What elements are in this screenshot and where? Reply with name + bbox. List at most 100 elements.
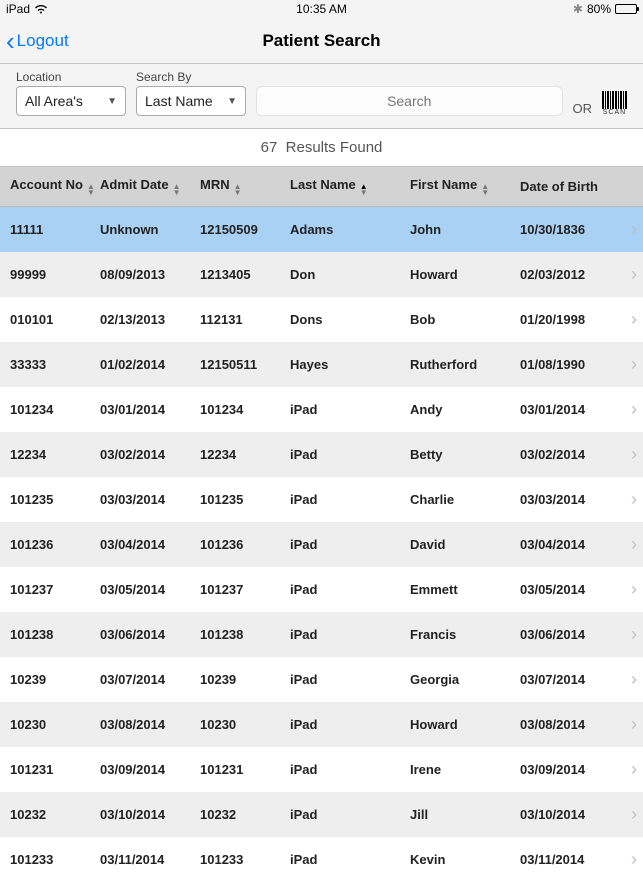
logout-button[interactable]: ‹ Logout: [0, 28, 69, 54]
chevron-right-icon: ›: [625, 759, 643, 780]
sort-icon: ▲▼: [173, 184, 181, 196]
search-input[interactable]: [256, 86, 563, 116]
cell-mrn: 101238: [200, 627, 290, 642]
caret-down-icon: ▼: [227, 96, 237, 107]
cell-mrn: 101237: [200, 582, 290, 597]
cell-account: 10230: [10, 717, 100, 732]
cell-mrn: 101236: [200, 537, 290, 552]
chevron-right-icon: ›: [625, 804, 643, 825]
searchby-label: Search By: [136, 70, 246, 84]
cell-mrn: 10232: [200, 807, 290, 822]
chevron-left-icon: ‹: [6, 28, 15, 54]
cell-first: Jill: [410, 807, 520, 822]
cell-dob: 03/10/2014: [520, 807, 625, 822]
cell-last: iPad: [290, 402, 410, 417]
battery-icon: [615, 4, 637, 14]
cell-dob: 03/09/2014: [520, 762, 625, 777]
chevron-right-icon: ›: [625, 669, 643, 690]
chevron-right-icon: ›: [625, 399, 643, 420]
nav-bar: ‹ Logout Patient Search: [0, 18, 643, 64]
cell-account: 101238: [10, 627, 100, 642]
cell-admit: 03/09/2014: [100, 762, 200, 777]
searchby-value: Last Name: [145, 93, 213, 109]
cell-account: 33333: [10, 357, 100, 372]
col-first-name[interactable]: First Name▲▼: [410, 177, 520, 196]
cell-dob: 03/07/2014: [520, 672, 625, 687]
table-row[interactable]: 010101 02/13/2013 112131 Dons Bob 01/20/…: [0, 297, 643, 342]
table-row[interactable]: 11111 Unknown 12150509 Adams John 10/30/…: [0, 207, 643, 252]
cell-last: iPad: [290, 447, 410, 462]
cell-dob: 03/11/2014: [520, 852, 625, 867]
chevron-right-icon: ›: [625, 714, 643, 735]
filter-bar: Location All Area's ▼ Search By Last Nam…: [0, 64, 643, 129]
cell-account: 101231: [10, 762, 100, 777]
cell-account: 101233: [10, 852, 100, 867]
cell-mrn: 112131: [200, 312, 290, 327]
cell-mrn: 101235: [200, 492, 290, 507]
cell-mrn: 12150509: [200, 222, 290, 237]
chevron-right-icon: ›: [625, 309, 643, 330]
cell-admit: 03/08/2014: [100, 717, 200, 732]
cell-first: Charlie: [410, 492, 520, 507]
back-label: Logout: [17, 31, 69, 51]
cell-account: 101234: [10, 402, 100, 417]
bluetooth-icon: ✱: [573, 2, 583, 16]
table-row[interactable]: 99999 08/09/2013 1213405 Don Howard 02/0…: [0, 252, 643, 297]
cell-mrn: 10239: [200, 672, 290, 687]
cell-last: iPad: [290, 627, 410, 642]
cell-admit: 03/04/2014: [100, 537, 200, 552]
cell-last: Dons: [290, 312, 410, 327]
table-row[interactable]: 101233 03/11/2014 101233 iPad Kevin 03/1…: [0, 837, 643, 882]
battery-percent: 80%: [587, 2, 611, 16]
col-account[interactable]: Account No▲▼: [10, 177, 100, 196]
scan-label: SCAN: [603, 109, 626, 116]
cell-dob: 03/01/2014: [520, 402, 625, 417]
table-row[interactable]: 101231 03/09/2014 101231 iPad Irene 03/0…: [0, 747, 643, 792]
table-row[interactable]: 101237 03/05/2014 101237 iPad Emmett 03/…: [0, 567, 643, 612]
sort-icon: ▲▼: [234, 184, 242, 196]
location-dropdown[interactable]: All Area's ▼: [16, 86, 126, 116]
chevron-right-icon: ›: [625, 579, 643, 600]
chevron-right-icon: ›: [625, 534, 643, 555]
table-row[interactable]: 101234 03/01/2014 101234 iPad Andy 03/01…: [0, 387, 643, 432]
table-row[interactable]: 12234 03/02/2014 12234 iPad Betty 03/02/…: [0, 432, 643, 477]
searchby-dropdown[interactable]: Last Name ▼: [136, 86, 246, 116]
col-mrn[interactable]: MRN▲▼: [200, 177, 290, 196]
table-row[interactable]: 33333 01/02/2014 12150511 Hayes Rutherfo…: [0, 342, 643, 387]
cell-first: Georgia: [410, 672, 520, 687]
col-last-name[interactable]: Last Name▲▼: [290, 177, 410, 196]
sort-icon: ▲▼: [360, 184, 368, 196]
table-row[interactable]: 101236 03/04/2014 101236 iPad David 03/0…: [0, 522, 643, 567]
cell-last: iPad: [290, 672, 410, 687]
table-body: 11111 Unknown 12150509 Adams John 10/30/…: [0, 207, 643, 882]
table-row[interactable]: 10239 03/07/2014 10239 iPad Georgia 03/0…: [0, 657, 643, 702]
cell-account: 010101: [10, 312, 100, 327]
cell-admit: 03/03/2014: [100, 492, 200, 507]
cell-mrn: 101234: [200, 402, 290, 417]
cell-admit: 03/07/2014: [100, 672, 200, 687]
table-row[interactable]: 101238 03/06/2014 101238 iPad Francis 03…: [0, 612, 643, 657]
cell-first: Emmett: [410, 582, 520, 597]
cell-dob: 01/08/1990: [520, 357, 625, 372]
cell-last: iPad: [290, 852, 410, 867]
cell-admit: 08/09/2013: [100, 267, 200, 282]
col-dob[interactable]: Date of Birth: [520, 179, 625, 194]
table-row[interactable]: 10232 03/10/2014 10232 iPad Jill 03/10/2…: [0, 792, 643, 837]
chevron-right-icon: ›: [625, 489, 643, 510]
cell-last: Don: [290, 267, 410, 282]
cell-first: Rutherford: [410, 357, 520, 372]
cell-last: iPad: [290, 537, 410, 552]
table-row[interactable]: 10230 03/08/2014 10230 iPad Howard 03/08…: [0, 702, 643, 747]
cell-last: Hayes: [290, 357, 410, 372]
wifi-icon: [34, 4, 48, 14]
cell-dob: 02/03/2012: [520, 267, 625, 282]
scan-button[interactable]: SCAN: [602, 91, 627, 116]
chevron-right-icon: ›: [625, 849, 643, 870]
cell-admit: 03/05/2014: [100, 582, 200, 597]
cell-dob: 10/30/1836: [520, 222, 625, 237]
cell-last: iPad: [290, 492, 410, 507]
cell-admit: 03/02/2014: [100, 447, 200, 462]
caret-down-icon: ▼: [107, 96, 117, 107]
col-admit-date[interactable]: Admit Date▲▼: [100, 177, 200, 196]
table-row[interactable]: 101235 03/03/2014 101235 iPad Charlie 03…: [0, 477, 643, 522]
